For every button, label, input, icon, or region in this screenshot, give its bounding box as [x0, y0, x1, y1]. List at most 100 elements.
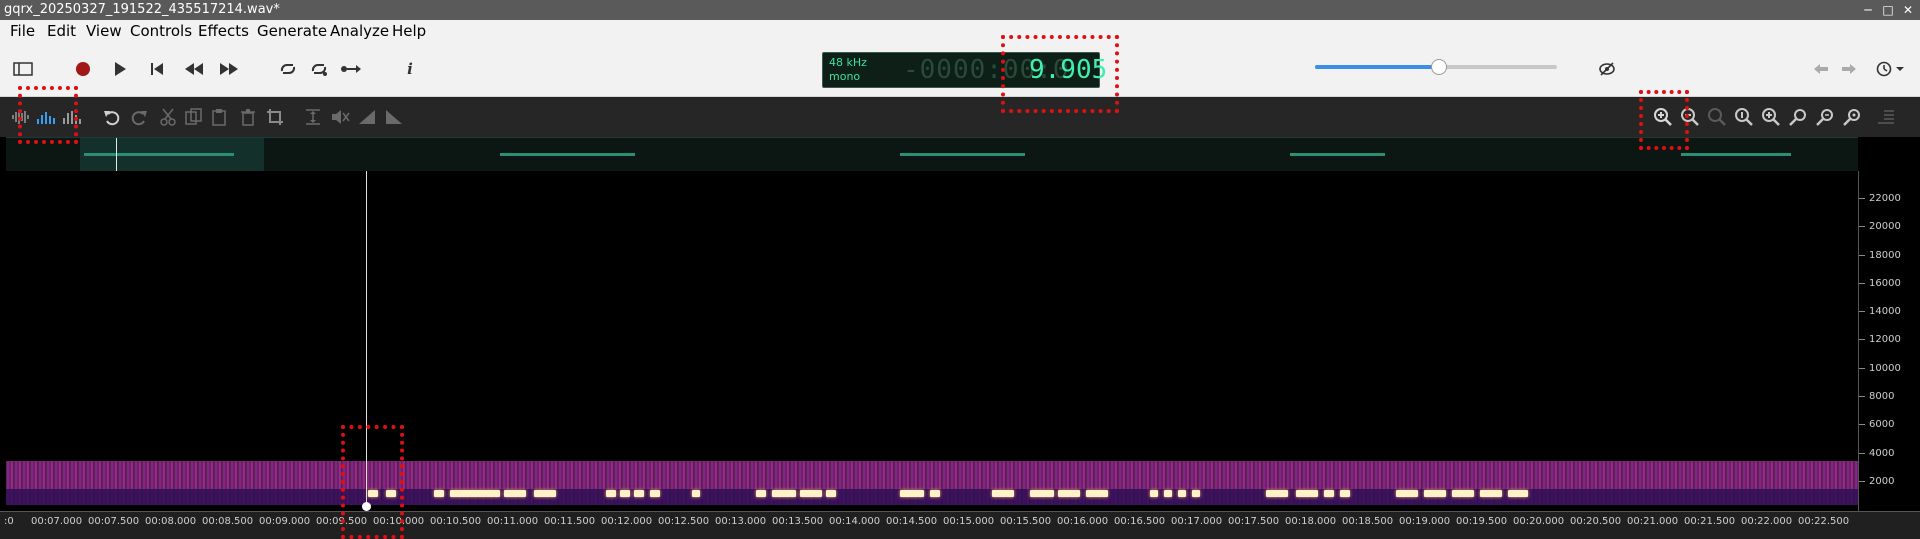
volume-slider[interactable] [1315, 59, 1557, 75]
loop-add-icon[interactable] [306, 56, 332, 82]
zoom-alt-fit-icon[interactable] [1841, 106, 1863, 128]
overview-signal-segment [900, 153, 1025, 156]
time-axis[interactable]: :0 00:07.000 00:07.500 00:08.000 00:08.5… [0, 511, 1920, 539]
time-tick-label: 00:20.500 [1570, 516, 1622, 527]
volume-slider-handle[interactable] [1431, 59, 1448, 75]
time-tick-label: :0 [4, 516, 14, 527]
time-tick-label: 00:21.000 [1627, 516, 1679, 527]
tone-segment [1324, 490, 1334, 497]
menu-analyze[interactable]: Analyze [330, 22, 389, 40]
cut-icon[interactable] [157, 106, 179, 128]
tone-segment [1508, 490, 1528, 497]
forward-arrow-icon[interactable] [1836, 56, 1862, 82]
tone-segment [826, 490, 836, 497]
freq-tick-label: 18000 [1859, 250, 1901, 261]
time-tick-label: 00:17.000 [1171, 516, 1223, 527]
time-tick-label: 00:21.500 [1684, 516, 1736, 527]
freq-tick-label: 8000 [1859, 391, 1894, 402]
paste-icon[interactable] [209, 106, 231, 128]
menu-effects[interactable]: Effects [198, 22, 249, 40]
sidebar-toggle-icon[interactable] [10, 56, 36, 82]
zoom-alt-in-icon[interactable] [1787, 106, 1809, 128]
time-tick-label: 00:15.500 [1000, 516, 1052, 527]
menu-help[interactable]: Help [392, 22, 426, 40]
volume-slider-fill [1315, 65, 1439, 69]
tone-segment [1296, 490, 1318, 497]
highlight-time-display [1001, 35, 1119, 113]
time-tick-label: 00:19.500 [1456, 516, 1508, 527]
zoom-selection-icon[interactable] [1760, 106, 1782, 128]
time-tick-label: 00:22.500 [1798, 516, 1850, 527]
tone-segment [772, 490, 796, 497]
highlight-view-mode-buttons [18, 86, 78, 144]
minimize-button[interactable]: ─ [1858, 0, 1878, 20]
level-meter-icon[interactable] [1875, 106, 1897, 128]
freq-tick-label: 14000 [1859, 306, 1901, 317]
info-icon[interactable]: i [397, 56, 423, 82]
menu-file[interactable]: File [10, 22, 35, 40]
silence-icon[interactable] [329, 106, 351, 128]
rewind-icon[interactable] [181, 56, 207, 82]
normalize-icon[interactable] [302, 106, 324, 128]
crop-icon[interactable] [264, 106, 286, 128]
copy-icon[interactable] [183, 106, 205, 128]
overview-signal-segment [1681, 153, 1791, 156]
time-tick-label: 00:22.000 [1741, 516, 1793, 527]
time-tick-label: 00:20.000 [1513, 516, 1565, 527]
overview-strip[interactable] [6, 137, 1858, 173]
fade-in-icon[interactable] [356, 106, 378, 128]
delete-icon[interactable] [237, 106, 259, 128]
fast-forward-icon[interactable] [216, 56, 242, 82]
tone-segment [1150, 490, 1158, 497]
tone-segment [1086, 490, 1108, 497]
tone-segment [650, 490, 660, 497]
tone-segment [756, 490, 766, 497]
freq-tick-label: 4000 [1859, 448, 1894, 459]
freq-tick-label: 22000 [1859, 193, 1901, 204]
menu-view[interactable]: View [86, 22, 122, 40]
time-tick-label: 00:16.000 [1057, 516, 1109, 527]
spectrogram-view[interactable] [6, 171, 1858, 511]
record-icon[interactable] [70, 56, 96, 82]
tone-segment [1164, 490, 1172, 497]
loop-icon[interactable] [275, 56, 301, 82]
time-tick-label: 00:16.500 [1114, 516, 1166, 527]
highlight-playhead [341, 425, 404, 539]
zoom-fit-icon[interactable] [1733, 106, 1755, 128]
fade-out-icon[interactable] [383, 106, 405, 128]
tone-segment [992, 490, 1014, 497]
freq-tick-label: 10000 [1859, 363, 1901, 374]
tone-segment [1192, 490, 1200, 497]
tone-segment [1058, 490, 1080, 497]
history-icon[interactable] [1874, 56, 1908, 82]
follow-playhead-icon[interactable] [338, 56, 364, 82]
menu-controls[interactable]: Controls [130, 22, 192, 40]
time-tick-label: 00:17.500 [1228, 516, 1280, 527]
tone-segment [434, 490, 444, 497]
edit-toolbar [0, 97, 1920, 137]
time-tick-label: 00:18.500 [1342, 516, 1394, 527]
close-button[interactable]: ✕ [1898, 0, 1918, 20]
tone-segment [534, 490, 556, 497]
redo-icon[interactable] [128, 106, 150, 128]
freq-tick-label: 2000 [1859, 476, 1894, 487]
tone-segment [1452, 490, 1474, 497]
time-tick-label: 00:12.500 [658, 516, 710, 527]
zoom-alt-out-icon[interactable] [1814, 106, 1836, 128]
zoom-reset-icon[interactable] [1706, 106, 1728, 128]
maximize-button[interactable]: □ [1878, 0, 1898, 20]
play-icon[interactable] [107, 56, 133, 82]
eye-icon[interactable] [1594, 56, 1620, 82]
tone-segment [634, 490, 644, 497]
back-arrow-icon[interactable] [1808, 56, 1834, 82]
menu-edit[interactable]: Edit [47, 22, 76, 40]
tone-segment [620, 490, 630, 497]
time-tick-label: 00:08.000 [145, 516, 197, 527]
time-tick-label: 00:13.000 [715, 516, 767, 527]
undo-icon[interactable] [101, 106, 123, 128]
skip-to-start-icon[interactable] [144, 56, 170, 82]
tone-segment [1340, 490, 1350, 497]
menu-generate[interactable]: Generate [257, 22, 327, 40]
menu-bar: File Edit View Controls Effects Generate… [0, 20, 1920, 42]
tone-segment [692, 490, 700, 497]
